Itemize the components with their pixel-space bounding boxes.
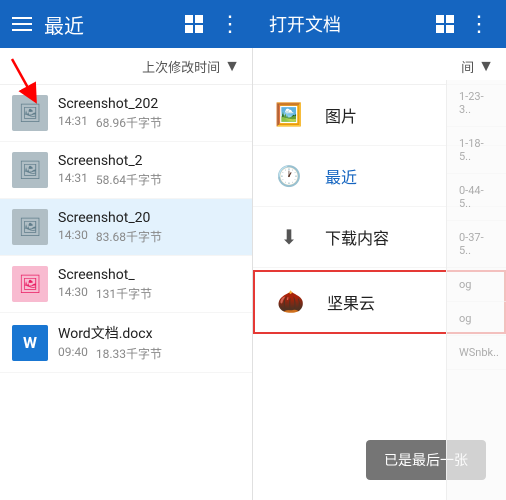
more-options-icon[interactable]: ⋮ — [219, 12, 241, 37]
file-meta: 14:31 58.64千字节 — [58, 171, 240, 188]
file-item[interactable]: 🖼 Screenshot_202 14:31 68.96千字节 — [0, 85, 252, 142]
file-time: 14:31 — [58, 114, 88, 131]
file-info: Screenshot_202 14:31 68.96千字节 — [58, 96, 240, 131]
content-row: 上次修改时间 ▼ 🖼 Screenshot_202 14:31 68.96千字节 — [0, 48, 506, 500]
bg-file-item: 0-44-5.. — [447, 174, 506, 221]
file-item[interactable]: W Word文档.docx 09:40 18.33千字节 — [0, 313, 252, 373]
file-thumbnail: 🖼 — [12, 266, 48, 302]
right-sort-arrow[interactable]: ▼ — [478, 56, 494, 76]
file-info: Screenshot_2 14:31 58.64千字节 — [58, 153, 240, 188]
downloads-label: 下载内容 — [325, 225, 389, 249]
file-size: 68.96千字节 — [96, 114, 162, 131]
file-name: Screenshot_ — [58, 267, 240, 283]
file-meta: 14:30 131千字节 — [58, 285, 240, 302]
file-time: 14:30 — [58, 228, 88, 245]
dialog-panel: 间 ▼ 🖼️ 图片 🕐 最近 ⬇ 下载内容 — [253, 48, 506, 500]
file-thumbnail: 🖼 — [12, 152, 48, 188]
bg-file-item: 0-37-5.. — [447, 221, 506, 268]
page-title: 最近 — [44, 10, 84, 39]
images-icon: 🖼️ — [273, 99, 305, 131]
images-label: 图片 — [325, 103, 357, 127]
file-thumbnail: 🖼 — [12, 95, 48, 131]
file-item[interactable]: 🖼 Screenshot_ 14:30 131千字节 — [0, 256, 252, 313]
dialog-title: 打开文档 — [269, 11, 341, 37]
file-meta: 14:31 68.96千字节 — [58, 114, 240, 131]
app-container: 最近 ⋮ 打开文档 ⋮ — [0, 0, 506, 500]
file-size: 58.64千字节 — [96, 171, 162, 188]
jianguoyun-icon: 🌰 — [275, 286, 307, 318]
sort-arrow[interactable]: ▼ — [224, 56, 240, 76]
left-panel: 上次修改时间 ▼ 🖼 Screenshot_202 14:31 68.96千字节 — [0, 48, 253, 500]
left-header: 最近 ⋮ — [0, 0, 253, 48]
download-icon: ⬇ — [273, 221, 305, 253]
bg-file-item: 1-23-3.. — [447, 80, 506, 127]
bg-file-item: WSnbk.. — [447, 336, 506, 370]
bg-file-item: og — [447, 268, 506, 302]
file-thumbnail: 🖼 — [12, 209, 48, 245]
file-meta: 14:30 83.68千字节 — [58, 228, 240, 245]
dialog-more-icon[interactable]: ⋮ — [468, 12, 490, 37]
file-name: Screenshot_2 — [58, 153, 240, 169]
file-time: 09:40 — [58, 345, 88, 362]
jianguoyun-label: 坚果云 — [327, 290, 375, 314]
dialog-grid-icon[interactable] — [436, 15, 454, 33]
file-name: Screenshot_202 — [58, 96, 240, 112]
dialog-header-icons: ⋮ — [436, 12, 490, 37]
file-item[interactable]: 🖼 Screenshot_2 14:31 58.64千字节 — [0, 142, 252, 199]
file-list: 🖼 Screenshot_202 14:31 68.96千字节 🖼 — [0, 85, 252, 500]
header-icons: ⋮ — [185, 12, 241, 37]
file-size: 83.68千字节 — [96, 228, 162, 245]
file-item-selected[interactable]: 🖼 Screenshot_20 14:30 83.68千字节 — [0, 199, 252, 256]
sort-bar[interactable]: 上次修改时间 ▼ — [0, 48, 252, 85]
file-name: Screenshot_20 — [58, 210, 240, 226]
file-name: Word文档.docx — [58, 323, 240, 343]
file-info: Word文档.docx 09:40 18.33千字节 — [58, 323, 240, 362]
header-left: 最近 — [12, 10, 185, 39]
bg-file-item: 1-18-5.. — [447, 127, 506, 174]
file-thumbnail: W — [12, 325, 48, 361]
file-info: Screenshot_20 14:30 83.68千字节 — [58, 210, 240, 245]
recent-icon: 🕐 — [273, 160, 305, 192]
bg-file-list: 1-23-3.. 1-18-5.. 0-44-5.. 0-37-5.. og o… — [446, 80, 506, 500]
file-meta: 09:40 18.33千字节 — [58, 345, 240, 362]
menu-icon[interactable] — [12, 17, 32, 31]
grid-view-icon[interactable] — [185, 15, 203, 33]
file-time: 14:30 — [58, 285, 88, 302]
file-info: Screenshot_ 14:30 131千字节 — [58, 267, 240, 302]
right-sort-label: 间 — [461, 57, 474, 76]
word-icon: W — [23, 333, 37, 352]
file-size: 131千字节 — [96, 285, 152, 302]
file-time: 14:31 — [58, 171, 88, 188]
file-size: 18.33千字节 — [96, 345, 162, 362]
recent-label: 最近 — [325, 164, 357, 188]
sort-label: 上次修改时间 — [142, 57, 220, 76]
dialog-header: 打开文档 ⋮ — [253, 0, 506, 48]
bg-file-item: og — [447, 302, 506, 336]
